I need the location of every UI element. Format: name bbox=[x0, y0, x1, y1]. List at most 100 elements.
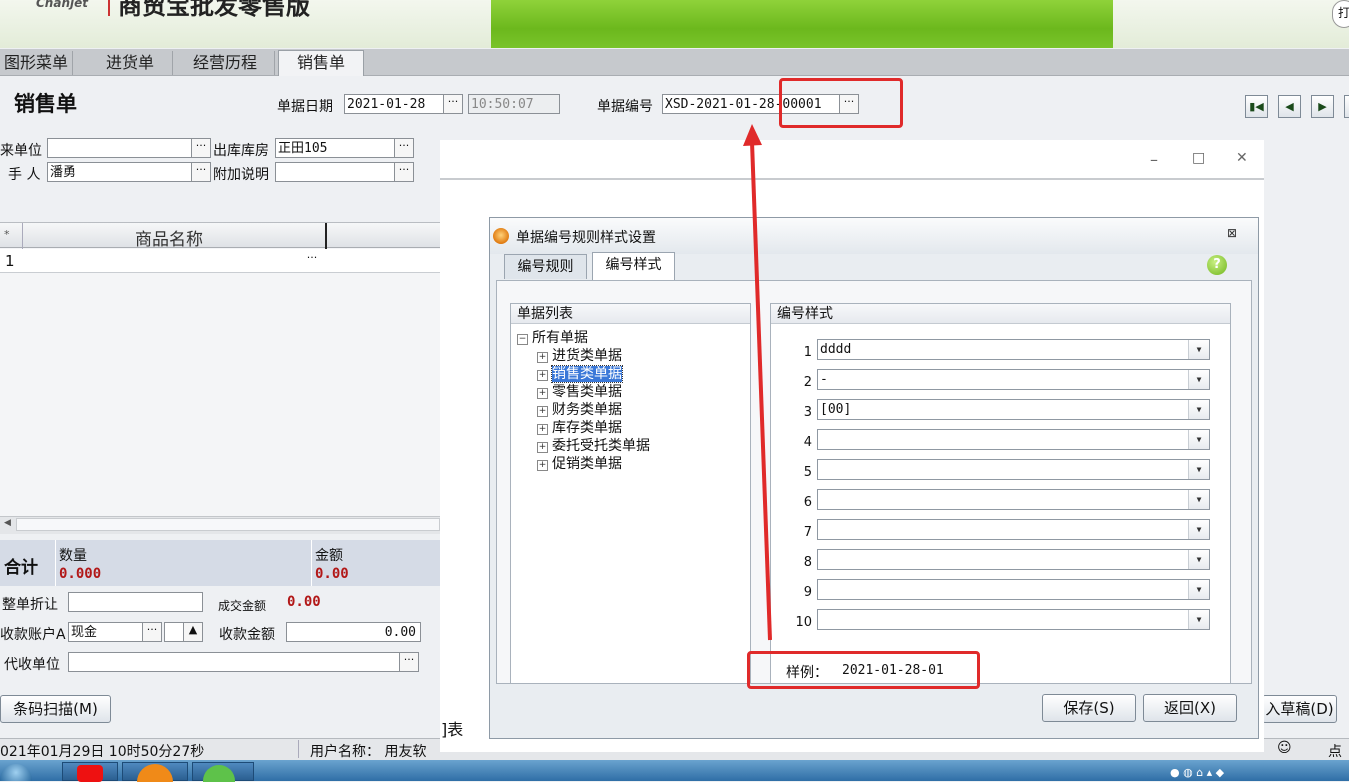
tree-item-purchase[interactable]: + 进货类单据 bbox=[537, 345, 622, 365]
close-icon[interactable]: ✕ bbox=[1236, 150, 1248, 166]
format-combo[interactable]: ▼ bbox=[817, 549, 1210, 570]
expand-icon[interactable]: + bbox=[537, 388, 548, 399]
tree-item-finance[interactable]: + 财务类单据 bbox=[537, 399, 622, 419]
date-field[interactable]: 2021-01-28 bbox=[344, 94, 444, 114]
format-combo[interactable]: ▼ bbox=[817, 579, 1210, 600]
handler-field[interactable]: 潘勇 bbox=[47, 162, 192, 182]
format-combo[interactable]: ▼ bbox=[817, 519, 1210, 540]
tree-item-retail[interactable]: + 零售类单据 bbox=[537, 381, 622, 401]
tab-number-rule[interactable]: 编号规则 bbox=[504, 254, 587, 279]
account-field[interactable]: 现金 bbox=[68, 622, 143, 642]
expand-icon[interactable]: + bbox=[537, 352, 548, 363]
customer-browse-button[interactable]: ··· bbox=[191, 138, 211, 158]
brand-logo: Chanjet bbox=[36, 0, 88, 10]
tree-item-sales[interactable]: + 销售类单据 bbox=[537, 363, 623, 383]
status-user: 用户名称： 用友软 bbox=[310, 744, 427, 760]
annotation-box-number bbox=[779, 78, 903, 128]
barcode-scan-button[interactable]: 条码扫描(M) bbox=[0, 695, 111, 723]
chevron-down-icon[interactable]: ▼ bbox=[1188, 370, 1209, 389]
chevron-down-icon[interactable]: ▼ bbox=[1188, 400, 1209, 419]
tray-icons[interactable]: ● ◍ ⌂ ▴ ◆ bbox=[1170, 766, 1224, 779]
tab-graphic-menu[interactable]: 图形菜单 bbox=[0, 51, 73, 75]
collapse-icon[interactable]: − bbox=[517, 334, 528, 345]
maximize-icon[interactable]: □ bbox=[1192, 150, 1205, 166]
taskbar-app-2[interactable] bbox=[122, 762, 188, 782]
warehouse-browse-button[interactable]: ··· bbox=[394, 138, 414, 158]
header-corner-button[interactable]: 打 bbox=[1332, 0, 1349, 28]
table-row[interactable] bbox=[0, 249, 440, 273]
return-button[interactable]: 返回(X) bbox=[1143, 694, 1237, 722]
page-title: 销售单 bbox=[14, 92, 77, 116]
tree-item-label: 库存类单据 bbox=[552, 420, 622, 436]
warehouse-field[interactable]: 正田105 bbox=[275, 138, 395, 158]
format-combo[interactable]: - ▼ bbox=[817, 369, 1210, 390]
receive-amount-field[interactable]: 0.00 bbox=[286, 622, 421, 642]
prev-record-button[interactable]: ◀ bbox=[1278, 95, 1301, 118]
first-record-button[interactable]: ▮◀ bbox=[1245, 95, 1268, 118]
tree-item-promotion[interactable]: + 促销类单据 bbox=[537, 453, 622, 473]
expand-icon[interactable]: + bbox=[537, 460, 548, 471]
format-combo[interactable]: ▼ bbox=[817, 489, 1210, 510]
app-green-icon bbox=[203, 765, 235, 782]
amount-label: 金额 bbox=[315, 548, 343, 564]
scroll-left-icon[interactable]: ◀ bbox=[4, 518, 11, 528]
outer-window-divider bbox=[440, 178, 1264, 180]
expand-icon[interactable]: + bbox=[537, 370, 548, 381]
row-product-browse-button[interactable]: ··· bbox=[302, 251, 322, 271]
chevron-down-icon[interactable]: ▼ bbox=[1188, 520, 1209, 539]
agent-field[interactable] bbox=[68, 652, 400, 672]
annotation-box-sample bbox=[747, 651, 980, 689]
account-browse-button[interactable]: ··· bbox=[142, 622, 162, 642]
expand-icon[interactable]: + bbox=[537, 442, 548, 453]
discount-field[interactable] bbox=[68, 592, 203, 612]
format-row-num: 6 bbox=[803, 495, 812, 510]
list-button-partial[interactable]: ]表 bbox=[441, 716, 463, 740]
tree-root[interactable]: − 所有单据 bbox=[517, 327, 588, 347]
help-icon[interactable]: ? bbox=[1207, 255, 1227, 275]
chevron-down-icon[interactable]: ▼ bbox=[1188, 610, 1209, 629]
chevron-down-icon[interactable]: ▼ bbox=[1188, 460, 1209, 479]
format-combo[interactable]: ▼ bbox=[817, 609, 1210, 630]
scrollbar-thumb[interactable] bbox=[16, 518, 440, 531]
chevron-down-icon[interactable]: ▼ bbox=[1188, 490, 1209, 509]
last-record-button[interactable] bbox=[1344, 95, 1349, 118]
dialog-close-icon[interactable]: ⊠ bbox=[1227, 226, 1237, 240]
tab-purchase-order[interactable]: 进货单 bbox=[88, 51, 173, 75]
account-dropdown-button[interactable]: ▲ bbox=[183, 622, 203, 642]
chevron-down-icon[interactable]: ▼ bbox=[1188, 430, 1209, 449]
format-combo[interactable]: ▼ bbox=[817, 459, 1210, 480]
header-right-panel bbox=[1113, 0, 1349, 48]
save-draft-button[interactable]: 入草稿(D) bbox=[1262, 695, 1337, 723]
customer-field[interactable] bbox=[47, 138, 192, 158]
tree-item-inventory[interactable]: + 库存类单据 bbox=[537, 417, 622, 437]
date-picker-button[interactable]: ··· bbox=[443, 94, 463, 114]
tree-item-consignment[interactable]: + 委托受托类单据 bbox=[537, 435, 650, 455]
expand-icon[interactable]: + bbox=[537, 424, 548, 435]
note-field[interactable] bbox=[275, 162, 395, 182]
minimize-icon[interactable]: – bbox=[1150, 150, 1158, 169]
totals-divider-2 bbox=[311, 540, 312, 586]
taskbar-app-1[interactable] bbox=[62, 762, 118, 782]
note-browse-button[interactable]: ··· bbox=[394, 162, 414, 182]
grid-col-product-name: 商品名称 bbox=[135, 230, 203, 250]
taskbar-app-3[interactable] bbox=[192, 762, 254, 782]
agent-browse-button[interactable]: ··· bbox=[399, 652, 419, 672]
format-row-num: 10 bbox=[795, 615, 812, 630]
chevron-down-icon[interactable]: ▼ bbox=[1188, 340, 1209, 359]
row-number: 1 bbox=[5, 252, 15, 270]
time-field: 10:50:07 bbox=[468, 94, 560, 114]
tab-number-style[interactable]: 编号样式 bbox=[592, 252, 675, 280]
handler-browse-button[interactable]: ··· bbox=[191, 162, 211, 182]
format-combo[interactable]: ▼ bbox=[817, 429, 1210, 450]
save-button[interactable]: 保存(S) bbox=[1042, 694, 1136, 722]
format-combo[interactable]: [00] ▼ bbox=[817, 399, 1210, 420]
next-record-button[interactable]: ▶ bbox=[1311, 95, 1334, 118]
chevron-down-icon[interactable]: ▼ bbox=[1188, 580, 1209, 599]
tab-sales-order[interactable]: 销售单 bbox=[278, 50, 364, 76]
chevron-down-icon[interactable]: ▼ bbox=[1188, 550, 1209, 569]
format-combo[interactable]: dddd ▼ bbox=[817, 339, 1210, 360]
tree-item-label: 委托受托类单据 bbox=[552, 438, 650, 454]
receive-amount-label: 收款金额 bbox=[219, 627, 275, 643]
expand-icon[interactable]: + bbox=[537, 406, 548, 417]
tab-business-history[interactable]: 经营历程 bbox=[176, 51, 275, 75]
